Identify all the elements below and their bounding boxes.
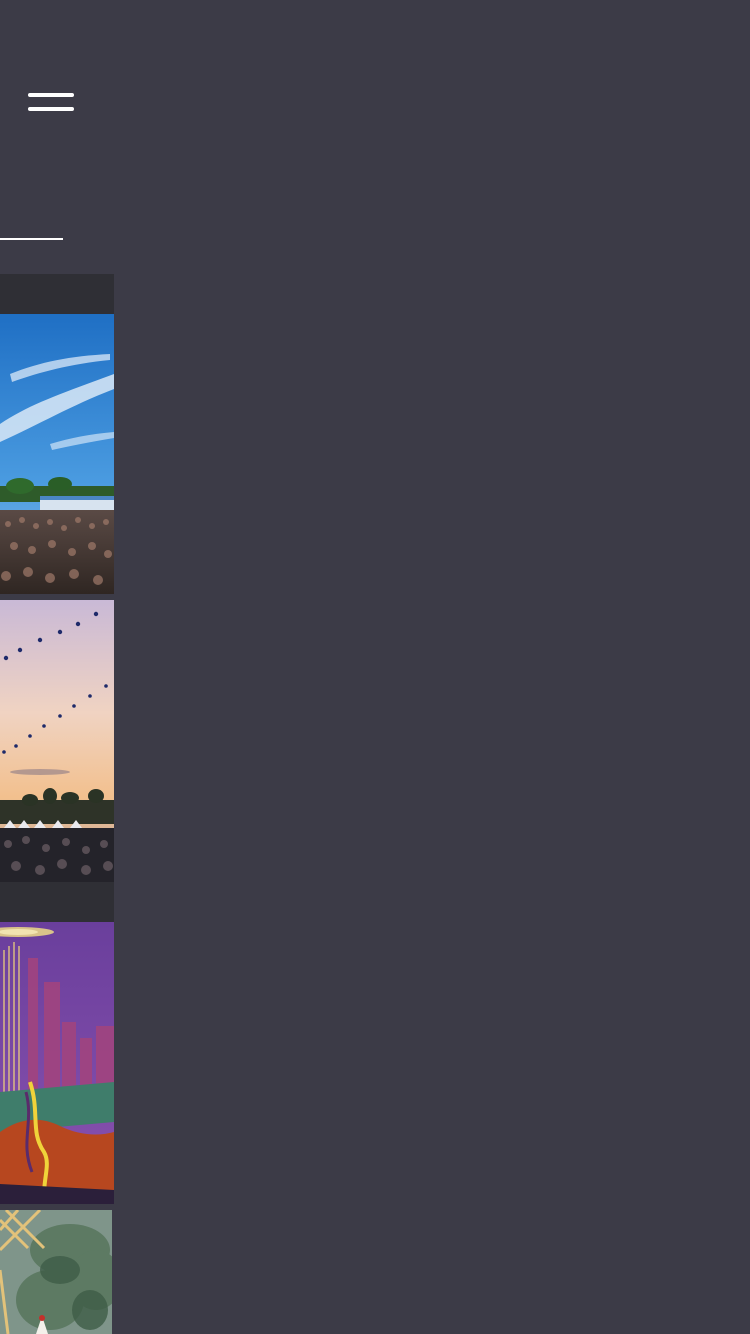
- menu-bar-top: [28, 93, 74, 97]
- daytime-crowd-image: [0, 314, 114, 594]
- sunset-crowd-image: [0, 600, 114, 882]
- section-header-bar: [0, 274, 114, 314]
- forest-structure-image: [0, 1210, 112, 1334]
- gallery-tile-daytime[interactable]: [0, 314, 114, 594]
- active-tab-indicator: [0, 238, 63, 240]
- gallery-tile-sunset[interactable]: [0, 600, 114, 882]
- poster-artwork-image: [0, 922, 114, 1204]
- app-screen: [0, 0, 750, 1334]
- gallery-tile-forest[interactable]: [0, 1210, 112, 1334]
- gallery-tile-poster[interactable]: [0, 922, 114, 1204]
- menu-bar-bottom: [28, 107, 74, 111]
- hamburger-menu-icon[interactable]: [24, 86, 78, 120]
- section-header-bar: [0, 882, 114, 922]
